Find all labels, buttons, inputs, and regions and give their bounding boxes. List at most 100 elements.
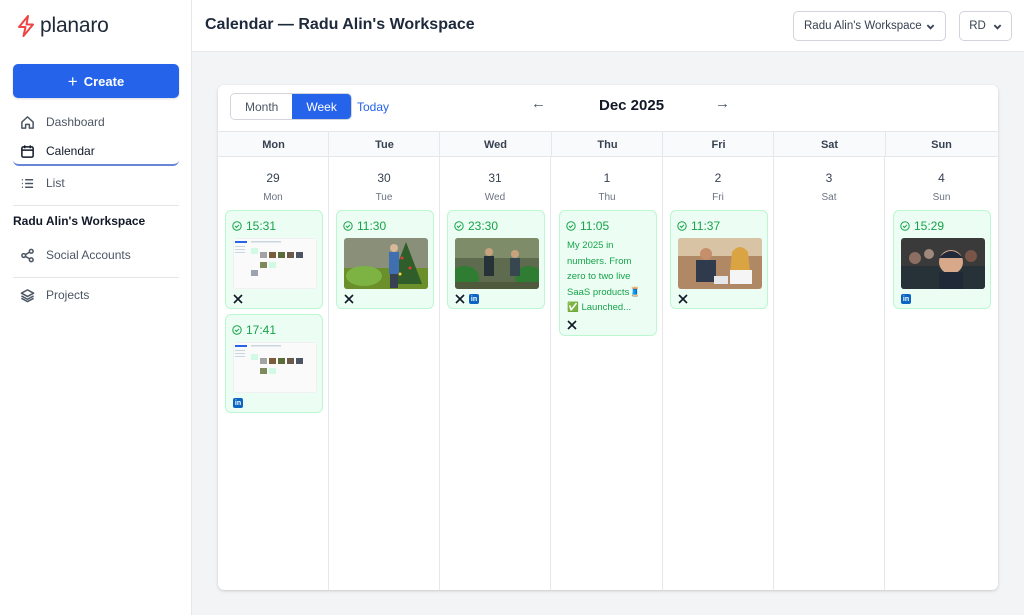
scheduled-post[interactable]: 15:29 in xyxy=(893,210,991,309)
user-initials: RD xyxy=(969,20,986,32)
day-name: Thu xyxy=(598,192,616,203)
scheduled-post[interactable]: 11:37 xyxy=(670,210,768,309)
sidebar-divider xyxy=(13,205,179,206)
brand-logo[interactable]: planaro xyxy=(16,14,109,38)
scheduled-post[interactable]: 23:30 in xyxy=(447,210,545,309)
day-column-tue[interactable]: 30 Tue 11:30 xyxy=(329,157,440,590)
list-icon xyxy=(21,178,34,188)
scheduled-post[interactable]: 11:05 My 2025 in numbers. From zero to t… xyxy=(559,210,657,336)
day-column-sun[interactable]: 4 Sun 15:29 in xyxy=(886,157,997,590)
day-number: 29 xyxy=(266,171,280,185)
plus-icon: + xyxy=(67,71,78,91)
home-icon xyxy=(21,115,34,129)
day-column-thu[interactable]: 1 Thu 11:05 My 2025 in numbers. From zer… xyxy=(552,157,663,590)
post-time: 17:41 xyxy=(232,323,276,337)
today-button[interactable]: Today xyxy=(357,100,389,114)
scheduled-post[interactable]: 15:31 xyxy=(225,210,323,309)
sidebar-item-label: Projects xyxy=(46,288,90,302)
post-platforms xyxy=(344,294,354,304)
post-platforms xyxy=(678,294,688,304)
day-name: Sun xyxy=(932,192,951,203)
post-time-label: 15:31 xyxy=(246,219,277,233)
post-text-preview: My 2025 in numbers. From zero to two liv… xyxy=(567,240,642,313)
weekday-header: Wed xyxy=(483,138,508,151)
post-platforms xyxy=(567,320,577,330)
day-column-fri[interactable]: 2 Fri 11:37 xyxy=(663,157,774,590)
scheduled-post[interactable]: 17:41 in xyxy=(225,314,323,413)
sidebar-item-label: Social Accounts xyxy=(46,248,131,262)
sidebar-item-label: Calendar xyxy=(46,144,95,158)
sidebar-item-list[interactable]: List xyxy=(13,169,179,197)
calendar-icon xyxy=(21,144,34,158)
next-week-button[interactable]: → xyxy=(715,95,730,112)
page-title: Calendar — Radu Alin's Workspace xyxy=(205,16,475,33)
photo-thumbnail xyxy=(455,238,539,289)
linkedin-icon: in xyxy=(901,294,911,304)
linkedin-icon: in xyxy=(233,398,243,408)
column-divider xyxy=(885,131,886,157)
post-time: 11:05 xyxy=(566,219,609,233)
sidebar-divider xyxy=(13,277,179,278)
day-name: Sat xyxy=(821,192,837,203)
scheduled-post[interactable]: 11:30 xyxy=(336,210,434,309)
workspace-select-value: Radu Alin's Workspace xyxy=(804,20,922,32)
share-icon xyxy=(21,248,34,262)
app-screenshot-thumbnail xyxy=(233,342,317,393)
workspace-select[interactable]: Radu Alin's Workspace xyxy=(793,11,946,41)
day-column-sat[interactable]: 3 Sat xyxy=(774,157,885,590)
photo-thumbnail xyxy=(678,238,762,289)
post-time-label: 11:30 xyxy=(357,219,387,233)
weekday-header: Sun xyxy=(931,138,952,151)
check-circle-icon xyxy=(232,325,242,335)
day-number: 3 xyxy=(825,171,833,185)
create-button[interactable]: + Create xyxy=(13,64,179,98)
create-button-label: Create xyxy=(83,73,125,89)
user-menu-button[interactable]: RD xyxy=(959,11,1012,41)
sidebar-item-projects[interactable]: Projects xyxy=(13,281,179,309)
weekday-header: Tue xyxy=(375,138,394,151)
weekday-header: Thu xyxy=(597,138,618,151)
weekday-header: Mon xyxy=(262,138,285,151)
chevron-down-icon xyxy=(993,24,1002,30)
post-time: 15:31 xyxy=(232,219,276,233)
day-number: 2 xyxy=(714,171,722,185)
view-month-button[interactable]: Month xyxy=(231,94,293,119)
post-time: 23:30 xyxy=(454,219,498,233)
sidebar-item-calendar[interactable]: Calendar xyxy=(13,138,179,166)
post-time-label: 23:30 xyxy=(468,219,499,233)
post-time-label: 15:29 xyxy=(914,219,945,233)
prev-week-button[interactable]: ← xyxy=(531,95,546,112)
weekday-header: Fri xyxy=(711,138,726,151)
post-platforms: in xyxy=(901,294,911,304)
top-header: Calendar — Radu Alin's Workspace Radu Al… xyxy=(192,0,1024,52)
linkedin-icon: in xyxy=(469,294,479,304)
day-column-wed[interactable]: 31 Wed 23:30 in xyxy=(440,157,551,590)
x-twitter-icon xyxy=(567,320,577,330)
check-circle-icon xyxy=(566,221,576,231)
column-divider xyxy=(551,131,552,157)
sidebar-item-social-accounts[interactable]: Social Accounts xyxy=(13,241,179,269)
sidebar-item-label: List xyxy=(46,176,65,190)
check-circle-icon xyxy=(677,221,687,231)
x-twitter-icon xyxy=(233,294,243,304)
view-week-button[interactable]: Week xyxy=(292,94,351,119)
sidebar-item-label: Dashboard xyxy=(46,115,105,129)
x-twitter-icon xyxy=(455,294,465,304)
day-column-mon[interactable]: 29 Mon 15:31 17:41 in xyxy=(218,157,329,590)
day-number: 30 xyxy=(377,171,391,185)
sidebar: planaro + Create Dashboard Calendar List… xyxy=(0,0,192,615)
period-label: Dec 2025 xyxy=(599,97,665,114)
day-number: 1 xyxy=(603,171,611,185)
calendar-card: Month Week Today ← Dec 2025 → Mon Tue We… xyxy=(218,85,998,590)
column-divider xyxy=(662,131,663,157)
post-platforms xyxy=(233,294,243,304)
weekday-header-row: Mon Tue Wed Thu Fri Sat Sun xyxy=(218,131,998,157)
workspace-heading: Radu Alin's Workspace xyxy=(13,214,146,228)
sidebar-item-dashboard[interactable]: Dashboard xyxy=(13,108,179,136)
check-circle-icon xyxy=(343,221,353,231)
check-circle-icon xyxy=(232,221,242,231)
day-number: 4 xyxy=(938,171,945,185)
x-twitter-icon xyxy=(344,294,354,304)
post-time: 11:37 xyxy=(677,219,720,233)
day-name: Wed xyxy=(484,192,506,203)
